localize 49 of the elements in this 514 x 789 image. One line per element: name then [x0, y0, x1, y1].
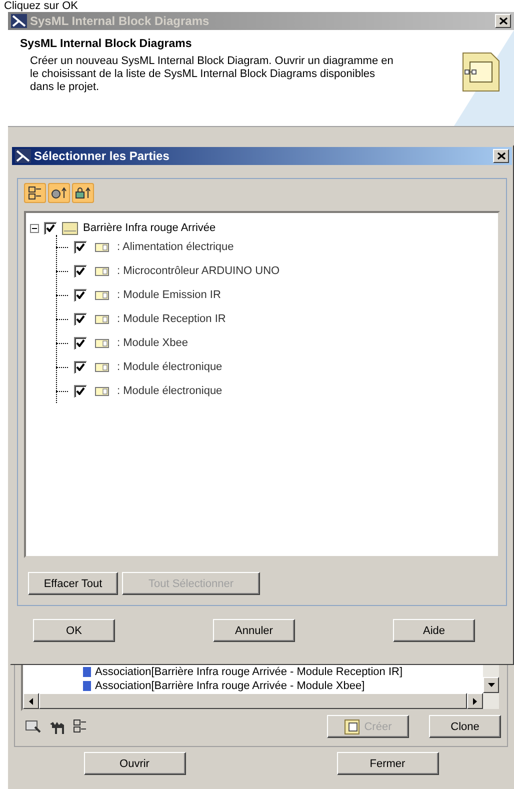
- clear-all-button[interactable]: Effacer Tout: [28, 572, 118, 595]
- header-title: SysML Internal Block Diagrams: [20, 38, 193, 50]
- close-icon[interactable]: [493, 149, 509, 163]
- dialog-title: Sélectionner les Parties: [34, 149, 170, 163]
- show-parts-button[interactable]: [24, 183, 46, 203]
- cancel-button[interactable]: Annuler: [213, 619, 295, 642]
- list-row[interactable]: Association[Barrière Infra rouge Arrivée - Module Reception IR]: [83, 665, 483, 679]
- circle-arrow-icon: [51, 187, 67, 199]
- window-title: SysML Internal Block Diagrams: [30, 14, 210, 28]
- tree-item[interactable]: : Module électronique: [117, 361, 222, 373]
- part-icon: [95, 362, 109, 372]
- app-icon: [15, 149, 31, 163]
- part-icon: [95, 242, 109, 252]
- close-button[interactable]: Fermer: [336, 752, 438, 775]
- diagram-icon: [462, 52, 500, 92]
- part-icon: [95, 338, 109, 348]
- scroll-thumb[interactable]: [39, 693, 467, 709]
- description: Créer un nouveau SysML Internal Block Diagram. Ouvrir un diagramme en le choisissant de la liste de SysML Internal Block Diagrams disponibles dans le projet.: [29, 55, 394, 94]
- part-icon: [95, 266, 109, 276]
- scroll-right-icon[interactable]: [467, 693, 483, 709]
- clone-button[interactable]: Clone: [429, 715, 501, 738]
- scroll-left-icon[interactable]: [23, 693, 39, 709]
- tree-item[interactable]: Barrière Infra rouge Arrivée: [83, 222, 216, 234]
- browse-icon[interactable]: [25, 718, 41, 732]
- tree-item[interactable]: : Module Emission IR: [117, 289, 221, 301]
- lock-arrow-icon: [75, 187, 91, 199]
- collapse-icon[interactable]: [30, 224, 39, 232]
- close-icon[interactable]: [495, 14, 511, 28]
- tree-item[interactable]: : Module Xbee: [117, 337, 188, 349]
- tree-item[interactable]: : Microcontrôleur ARDUINO UNO: [117, 265, 280, 277]
- part-icon: [95, 314, 109, 324]
- sort-button[interactable]: [48, 183, 70, 203]
- parts-icon[interactable]: [73, 718, 87, 732]
- open-button[interactable]: Ouvrir: [84, 752, 186, 775]
- parts-icon: [28, 186, 42, 200]
- list-row[interactable]: Association[Barrière Infra rouge Arrivée - Module Xbee]: [83, 679, 483, 693]
- part-icon: [95, 290, 109, 300]
- instruction-text: Cliquez sur OK: [3, 0, 79, 12]
- block-icon: [62, 222, 78, 234]
- tree-item[interactable]: : Module Reception IR: [117, 313, 226, 325]
- help-button[interactable]: Aide: [393, 619, 475, 642]
- ok-button[interactable]: OK: [33, 619, 115, 642]
- diagram-icon: [344, 718, 360, 734]
- part-icon: [95, 386, 109, 396]
- lock-button[interactable]: [72, 183, 94, 203]
- tree-item[interactable]: : Alimentation électrique: [117, 241, 234, 253]
- app-icon: [11, 14, 27, 28]
- tree-item[interactable]: : Module électronique: [117, 385, 222, 397]
- scroll-down-icon[interactable]: [483, 677, 499, 693]
